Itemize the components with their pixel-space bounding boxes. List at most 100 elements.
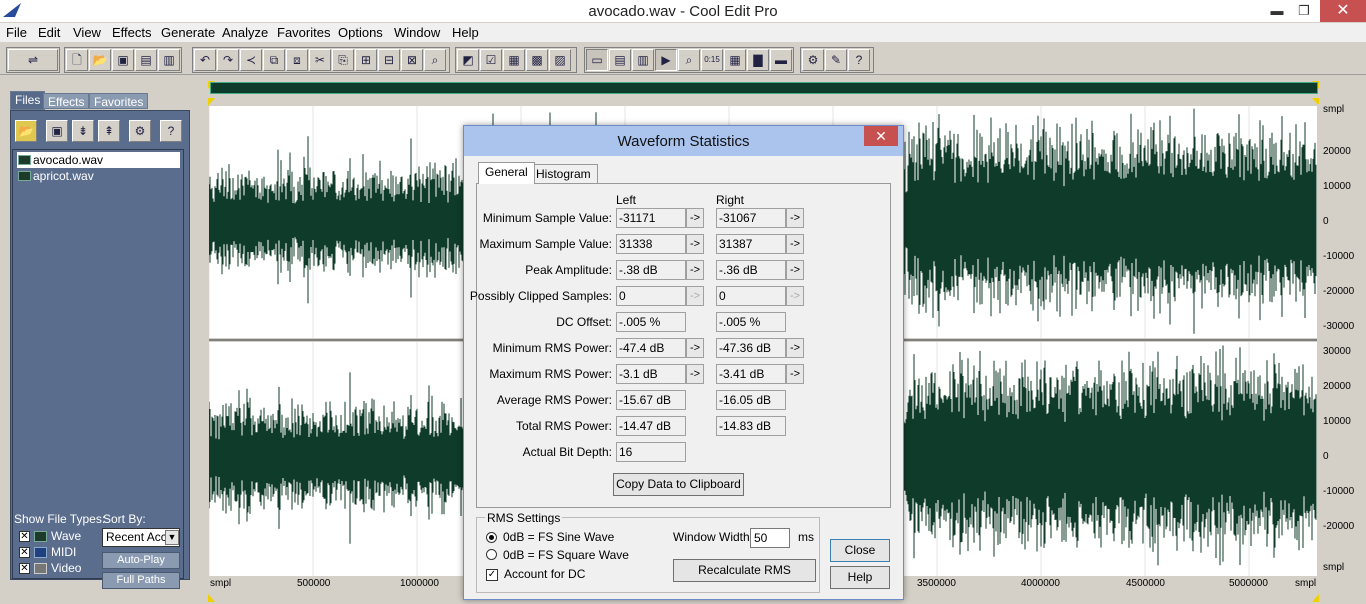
goto-left-arrow-icon[interactable]: -> <box>686 234 704 254</box>
menu-view[interactable]: View <box>73 25 101 40</box>
grid-icon[interactable]: ▦ <box>503 49 525 71</box>
script-icon[interactable]: ✎ <box>825 49 847 71</box>
grid-alt-icon[interactable]: ▩ <box>526 49 548 71</box>
organizer-window-icon[interactable]: ▭ <box>586 49 608 71</box>
save-as-icon[interactable]: ▤ <box>135 49 157 71</box>
menu-effects[interactable]: Effects <box>112 25 152 40</box>
goto-left-arrow-icon[interactable]: -> <box>686 208 704 228</box>
dialog-close-icon[interactable]: ✕ <box>864 126 898 146</box>
time-display-icon[interactable]: 0:15 <box>701 49 723 71</box>
save-icon[interactable]: ▣ <box>112 49 134 71</box>
ruler-tick: -20000 <box>1323 286 1355 297</box>
redo-icon[interactable]: ↷ <box>217 49 239 71</box>
goto-right-arrow-icon[interactable]: -> <box>786 364 804 384</box>
left-value-field: 16 <box>616 442 686 462</box>
midi-type-checkbox[interactable]: ✕ <box>19 547 30 558</box>
goto-left-arrow-icon[interactable]: -> <box>686 364 704 384</box>
account-for-dc-checkbox[interactable]: ✓ <box>486 569 498 581</box>
grid-third-icon[interactable]: ▨ <box>549 49 571 71</box>
open-folder-icon[interactable]: 📂 <box>89 49 111 71</box>
file-help-icon[interactable]: ? <box>160 120 182 142</box>
file-item-apricot[interactable]: apricot.wav <box>17 168 180 184</box>
level-meter-icon[interactable]: ▇ <box>747 49 769 71</box>
recalculate-rms-button[interactable]: Recalculate RMS <box>673 559 816 582</box>
copy-icon[interactable]: ⧉ <box>263 49 285 71</box>
menu-edit[interactable]: Edit <box>38 25 60 40</box>
settings-gear-icon[interactable]: ⚙ <box>802 49 824 71</box>
wave-type-checkbox[interactable]: ✕ <box>19 531 30 542</box>
tab-files[interactable]: Files <box>10 91 46 110</box>
goto-right-arrow-icon[interactable]: -> <box>786 286 804 306</box>
selection-panel-icon[interactable]: ▦ <box>724 49 746 71</box>
ruler-tick: 10000 <box>1323 416 1351 427</box>
mix-paste-icon[interactable]: ⊟ <box>378 49 400 71</box>
undo-icon[interactable]: ↶ <box>194 49 216 71</box>
right-value-field: -31067 <box>716 208 786 228</box>
options-gear-icon[interactable]: ⚙ <box>129 120 151 142</box>
zoom-selection-icon[interactable]: ⌕ <box>424 49 446 71</box>
status-bar-icon[interactable]: ▬ <box>770 49 792 71</box>
amplitude-ruler-top: smpl 20000 10000 0 -10000 -20000 -30000 <box>1318 104 1366 342</box>
sort-by-select[interactable]: Recent Acc ▼ <box>102 528 180 547</box>
auto-play-button[interactable]: Auto-Play <box>102 552 180 569</box>
window-width-label: Window Width: <box>673 530 754 544</box>
help-icon[interactable]: ? <box>848 49 870 71</box>
paste-new-icon[interactable]: ⊞ <box>355 49 377 71</box>
ruler-tick: -30000 <box>1323 321 1355 332</box>
cut-icon[interactable]: ✂ <box>309 49 331 71</box>
wave-type-icon <box>34 531 47 542</box>
new-file-icon[interactable]: 🗋 <box>66 49 88 71</box>
goto-left-arrow-icon[interactable]: -> <box>686 338 704 358</box>
goto-right-arrow-icon[interactable]: -> <box>786 338 804 358</box>
close-window-button[interactable]: ✕ <box>1320 0 1366 22</box>
spectral-view-icon[interactable]: ◩ <box>457 49 479 71</box>
trim-icon[interactable]: ⊠ <box>401 49 423 71</box>
edit-file-icon[interactable]: ⇞ <box>98 120 120 142</box>
sine-wave-radio[interactable] <box>486 532 497 543</box>
transport-icon[interactable]: ▶ <box>655 49 677 71</box>
zoom-panel-icon[interactable]: ⌕ <box>678 49 700 71</box>
checkbox-tool-icon[interactable]: ☑ <box>480 49 502 71</box>
play-list-icon[interactable]: ▥ <box>632 49 654 71</box>
goto-right-arrow-icon[interactable]: -> <box>786 260 804 280</box>
copy-to-clipboard-button[interactable]: Copy Data to Clipboard <box>613 473 744 496</box>
tab-favorites[interactable]: Favorites <box>89 93 149 109</box>
save-all-icon[interactable]: ▥ <box>158 49 180 71</box>
help-button[interactable]: Help <box>830 566 890 589</box>
maximize-button[interactable]: ❐ <box>1291 2 1317 20</box>
cue-list-icon[interactable]: ▤ <box>609 49 631 71</box>
repeat-icon[interactable]: ≺ <box>240 49 262 71</box>
multitrack-toggle-icon[interactable]: ⇌ <box>8 49 58 71</box>
menu-options[interactable]: Options <box>338 25 383 40</box>
close-button[interactable]: Close <box>830 539 890 562</box>
chevron-down-icon[interactable]: ▼ <box>165 530 179 545</box>
menu-window[interactable]: Window <box>394 25 440 40</box>
minimize-button[interactable]: ▬ <box>1264 2 1290 20</box>
open-file-icon[interactable]: 📂 <box>15 120 37 142</box>
square-wave-radio[interactable] <box>486 549 497 560</box>
tab-general[interactable]: General <box>478 162 535 184</box>
waveform-statistics-dialog: Waveform Statistics ✕ General Histogram … <box>463 125 904 600</box>
insert-file-icon[interactable]: ⇟ <box>72 120 94 142</box>
full-paths-button[interactable]: Full Paths <box>102 572 180 589</box>
tab-effects[interactable]: Effects <box>43 93 90 109</box>
goto-left-arrow-icon[interactable]: -> <box>686 260 704 280</box>
goto-left-arrow-icon[interactable]: -> <box>686 286 704 306</box>
goto-right-arrow-icon[interactable]: -> <box>786 208 804 228</box>
copy-new-icon[interactable]: ⧈ <box>286 49 308 71</box>
file-item-avocado[interactable]: avocado.wav <box>17 152 180 168</box>
close-file-icon[interactable]: ▣ <box>46 120 68 142</box>
square-wave-label: 0dB = FS Square Wave <box>503 548 629 562</box>
paste-icon[interactable]: ⎘ <box>332 49 354 71</box>
menu-favorites[interactable]: Favorites <box>277 25 330 40</box>
menu-analyze[interactable]: Analyze <box>222 25 268 40</box>
window-width-input[interactable]: 50 <box>750 528 790 548</box>
overview-bar[interactable] <box>210 82 1318 94</box>
tab-histogram[interactable]: Histogram <box>529 164 598 184</box>
menu-generate[interactable]: Generate <box>161 25 215 40</box>
menu-help[interactable]: Help <box>452 25 479 40</box>
video-type-checkbox[interactable]: ✕ <box>19 563 30 574</box>
left-value-field: -14.47 dB <box>616 416 686 436</box>
goto-right-arrow-icon[interactable]: -> <box>786 234 804 254</box>
menu-file[interactable]: File <box>6 25 27 40</box>
